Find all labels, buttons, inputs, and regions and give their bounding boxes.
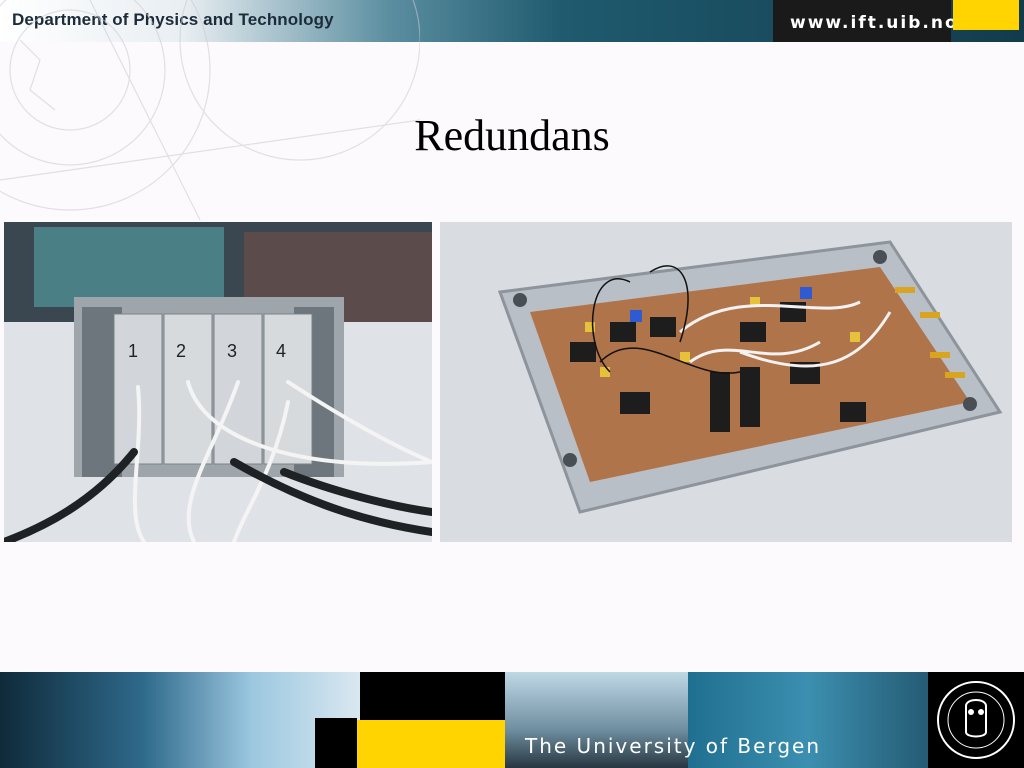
accent-tab — [953, 0, 1019, 30]
university-name: The University of Bergen — [525, 734, 822, 758]
footer-image-face — [0, 672, 360, 768]
photo-circuit-board — [440, 222, 1012, 542]
slot-label-1: 1 — [128, 341, 138, 361]
slot-label-2: 2 — [176, 341, 186, 361]
footer-yellow-block — [357, 720, 505, 768]
slide: Department of Physics and Technology www… — [0, 0, 1024, 768]
photo-module-housing: 1 2 3 4 — [4, 222, 432, 542]
website-url[interactable]: www.ift.uib.no — [790, 13, 959, 33]
footer-seal-area — [928, 672, 1024, 768]
university-seal-icon — [937, 681, 1015, 759]
slot-label-4: 4 — [276, 341, 286, 361]
slot-label-3: 3 — [227, 341, 237, 361]
slide-title: Redundans — [414, 111, 610, 160]
footer-block — [315, 718, 357, 768]
footer-bar — [0, 672, 1024, 768]
